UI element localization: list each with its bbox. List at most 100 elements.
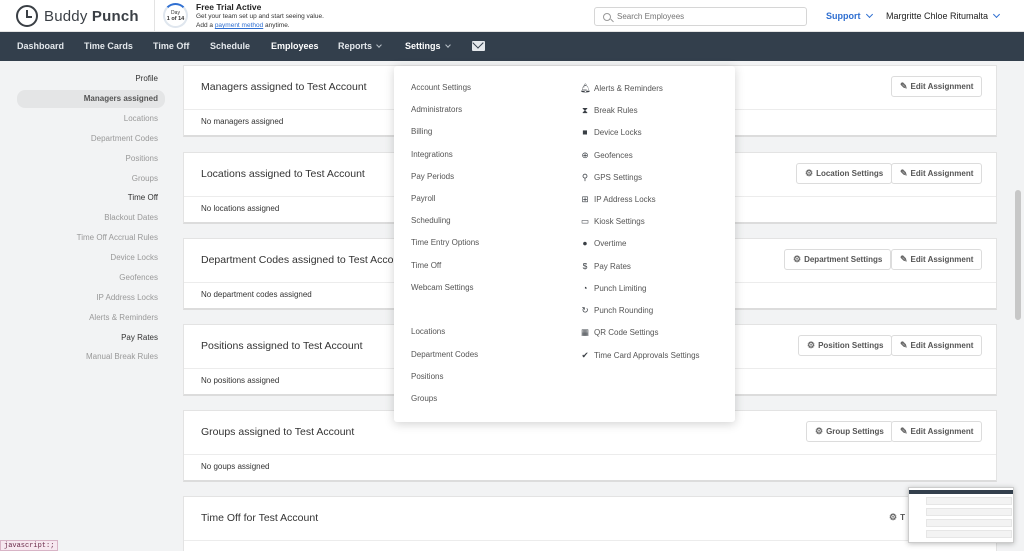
menu-item-integrations[interactable]: Integrations [411, 149, 453, 161]
nav-schedule[interactable]: Schedule [210, 32, 250, 61]
nav-settings[interactable]: Settings [405, 32, 451, 61]
menu-item-locations[interactable]: Locations [411, 326, 445, 338]
menu-item-punch-limiting[interactable]: ◔ Punch Limiting [580, 282, 646, 294]
search-input[interactable] [617, 12, 797, 21]
nav-dashboard[interactable]: Dashboard [17, 32, 64, 61]
menu-item-pay-rates[interactable]: $ Pay Rates [580, 260, 631, 272]
menu-item-overtime[interactable]: ● Overtime [580, 237, 626, 249]
screenshot-thumbnail[interactable] [908, 487, 1014, 543]
thumbnail-card [926, 519, 1012, 527]
sidebar-item-locations[interactable]: Locations [17, 110, 165, 128]
bell-icon: 🔔︎ [580, 83, 591, 93]
menu-item-billing[interactable]: Billing [411, 126, 432, 138]
position-settings-button[interactable]: ⚙ Position Settings [798, 335, 893, 356]
card-title: Time Off for Test Account [201, 512, 319, 524]
edit-assignment-button[interactable]: ✎ Edit Assignment [891, 76, 983, 97]
nav-employees[interactable]: Employees [271, 32, 319, 61]
sidebar-item-positions[interactable]: Positions [17, 150, 165, 168]
gear-icon: ⚙ [815, 426, 824, 436]
menu-item-time-card-approvals[interactable]: ✔ Time Card Approvals Settings [580, 349, 699, 361]
sidebar-item-groups[interactable]: Groups [17, 170, 165, 188]
qrcode-icon: ▦ [580, 327, 590, 337]
check-circle-icon: ✔ [581, 350, 589, 360]
menu-item-pay-periods[interactable]: Pay Periods [411, 171, 454, 183]
edit-assignment-button[interactable]: ✎ Edit Assignment [891, 163, 983, 184]
department-settings-button[interactable]: ⚙ Department Settings [784, 249, 892, 270]
menu-item-device-locks[interactable]: ■ Device Locks [580, 126, 641, 138]
top-header: Buddy Punch Day 1 of 14 Free Trial Activ… [0, 0, 1024, 32]
menu-item-ip-address-locks[interactable]: ⊞ IP Address Locks [580, 193, 655, 205]
edit-assignment-button[interactable]: ✎ Edit Assignment [891, 335, 983, 356]
sidebar-item-department-codes[interactable]: Department Codes [17, 130, 165, 148]
page-scrollbar[interactable] [1015, 190, 1021, 320]
redo-icon: ↻ [581, 305, 589, 315]
network-icon: ⊞ [581, 194, 589, 204]
trial-payment-line: Add a payment method anytime. [196, 22, 290, 29]
menu-item-break-rules[interactable]: ⧗ Break Rules [580, 104, 638, 116]
edit-assignment-button[interactable]: ✎ Edit Assignment [891, 249, 983, 270]
menu-item-positions[interactable]: Positions [411, 371, 443, 383]
hourglass-icon: ⧗ [582, 105, 588, 115]
sidebar-item-profile[interactable]: Profile [17, 70, 165, 88]
gear-icon: ⚙ [805, 168, 814, 178]
trial-ring-count: 1 of 14 [166, 15, 185, 22]
dollar-icon: $ [582, 261, 588, 271]
chevron-down-icon [865, 10, 873, 19]
menu-item-qr-code-settings[interactable]: ▦ QR Code Settings [580, 326, 659, 338]
stopwatch-icon: ◔ [582, 283, 588, 293]
header-divider [154, 0, 155, 32]
menu-item-punch-rounding[interactable]: ↻ Punch Rounding [580, 304, 653, 316]
clock-logo-icon [16, 5, 38, 27]
pencil-icon: ✎ [900, 340, 908, 350]
menu-item-alerts-reminders[interactable]: 🔔︎ Alerts & Reminders [580, 82, 663, 94]
chevron-down-icon [444, 42, 451, 48]
sidebar-item-blackout-dates[interactable]: Blackout Dates [17, 209, 165, 227]
menu-item-time-entry-options[interactable]: Time Entry Options [411, 237, 479, 249]
menu-item-administrators[interactable]: Administrators [411, 104, 462, 116]
sidebar-item-ip-address-locks[interactable]: IP Address Locks [17, 289, 165, 307]
users-icon: ● [582, 238, 588, 248]
group-settings-button[interactable]: ⚙ Group Settings [806, 421, 893, 442]
user-menu[interactable]: Margritte Chloe Ritumalta [886, 10, 1001, 21]
menu-item-gps-settings[interactable]: ⚲ GPS Settings [580, 171, 642, 183]
menu-item-kiosk-settings[interactable]: ▭ Kiosk Settings [580, 215, 645, 227]
gear-icon: ⚙ [889, 512, 898, 522]
empty-message: No department codes assigned [201, 290, 312, 299]
sidebar-item-device-locks[interactable]: Device Locks [17, 249, 165, 267]
empty-message: No goups assigned [201, 462, 270, 471]
chevron-down-icon [376, 42, 382, 48]
nav-time-cards[interactable]: Time Cards [84, 32, 133, 61]
lock-icon: ■ [582, 127, 588, 137]
thumbnail-card [926, 508, 1012, 516]
empty-message: No positions assigned [201, 376, 280, 385]
brand-logo[interactable]: Buddy Punch [16, 5, 139, 27]
menu-item-account-settings[interactable]: Account Settings [411, 82, 471, 94]
menu-item-scheduling[interactable]: Scheduling [411, 215, 451, 227]
menu-item-time-off[interactable]: Time Off [411, 260, 441, 272]
trial-title: Free Trial Active [196, 2, 262, 12]
sidebar-item-managers[interactable]: Managers assigned [17, 90, 165, 108]
sidebar-item-accrual-rules[interactable]: Time Off Accrual Rules [17, 229, 165, 247]
menu-item-groups[interactable]: Groups [411, 393, 437, 405]
menu-item-webcam-settings[interactable]: Webcam Settings [411, 282, 474, 294]
menu-item-geofences[interactable]: ⊕ Geofences [580, 149, 632, 161]
location-settings-button[interactable]: ⚙ Location Settings [796, 163, 893, 184]
menu-item-payroll[interactable]: Payroll [411, 193, 435, 205]
payment-method-link[interactable]: payment method [215, 22, 263, 29]
sidebar-item-alerts-reminders[interactable]: Alerts & Reminders [17, 309, 165, 327]
support-menu[interactable]: Support [826, 10, 873, 21]
nav-time-off[interactable]: Time Off [153, 32, 189, 61]
time-off-settings-button[interactable]: ⚙ T [889, 507, 905, 528]
sidebar-item-geofences[interactable]: Geofences [17, 269, 165, 287]
sidebar-item-manual-break-rules[interactable]: Manual Break Rules [17, 348, 165, 366]
nav-reports[interactable]: Reports [338, 32, 382, 61]
mail-icon[interactable] [472, 41, 485, 51]
employee-search[interactable] [594, 7, 807, 26]
sidebar-item-time-off[interactable]: Time Off [17, 189, 165, 207]
pencil-icon: ✎ [900, 168, 908, 178]
employee-sidebar: Profile Managers assigned Locations Depa… [0, 61, 175, 551]
edit-assignment-button[interactable]: ✎ Edit Assignment [891, 421, 983, 442]
menu-item-department-codes[interactable]: Department Codes [411, 349, 478, 361]
sidebar-item-pay-rates[interactable]: Pay Rates [17, 329, 165, 347]
tablet-icon: ▭ [580, 216, 590, 226]
